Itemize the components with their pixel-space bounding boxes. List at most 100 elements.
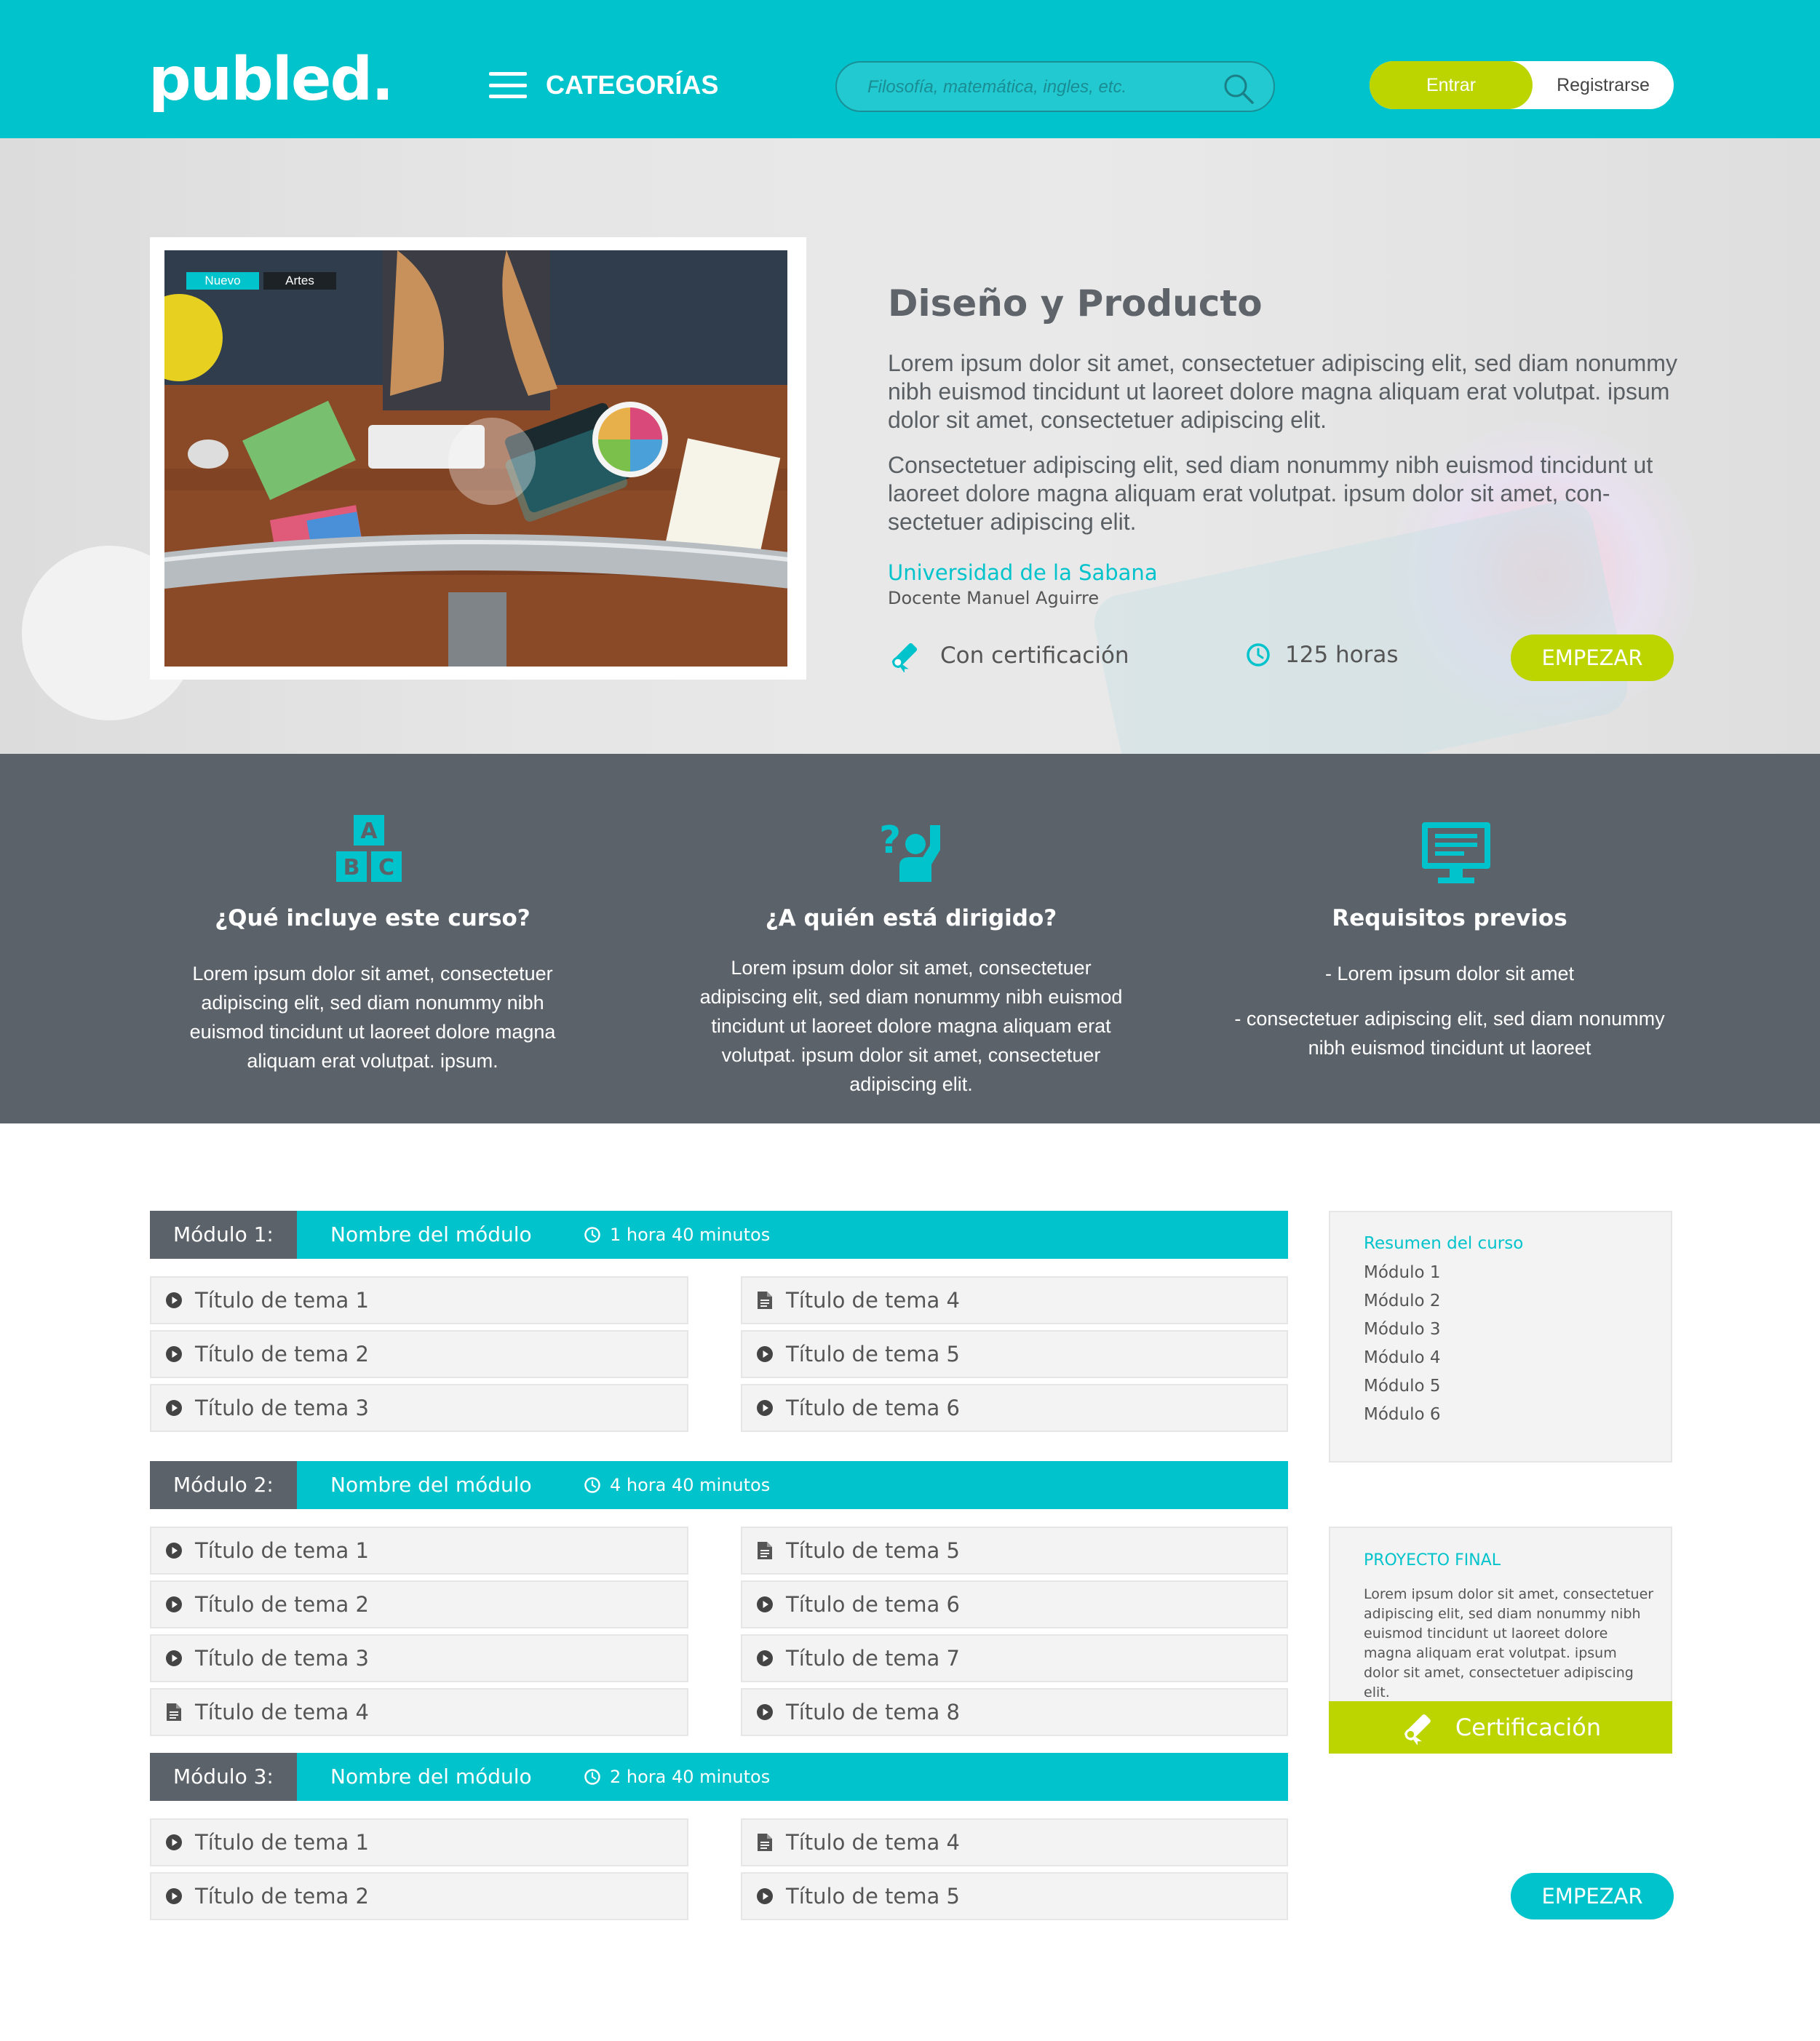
topic-row[interactable]: Título de tema 2 xyxy=(150,1330,688,1378)
topic-title: Título de tema 1 xyxy=(195,1288,369,1313)
module-number: Módulo 3: xyxy=(150,1753,297,1801)
teacher-name: Docente Manuel Aguirre xyxy=(888,588,1100,608)
course-summary: Resumen del curso Módulo 1 Módulo 2 Módu… xyxy=(1329,1211,1672,1463)
module-number: Módulo 1: xyxy=(150,1211,297,1259)
summary-item[interactable]: Módulo 3 xyxy=(1364,1320,1441,1339)
play-video-button[interactable] xyxy=(448,418,536,505)
svg-text:B: B xyxy=(343,855,360,880)
play-circle-icon xyxy=(755,1345,774,1364)
play-circle-icon xyxy=(755,1649,774,1668)
final-project-title: PROYECTO FINAL xyxy=(1364,1551,1501,1569)
logo[interactable]: publed. xyxy=(148,45,394,114)
module-duration-label: 1 hora 40 minutos xyxy=(610,1225,771,1245)
topic-row[interactable]: Título de tema 2 xyxy=(150,1580,688,1628)
summary-item[interactable]: Módulo 2 xyxy=(1364,1292,1441,1310)
university-link[interactable]: Universidad de la Sabana xyxy=(888,560,1158,585)
audience-title: ¿A quién está dirigido? xyxy=(765,905,1057,931)
summary-item[interactable]: Módulo 5 xyxy=(1364,1377,1441,1396)
topic-row[interactable]: Título de tema 7 xyxy=(741,1634,1288,1682)
categories-label: CATEGORÍAS xyxy=(546,70,719,100)
search-box xyxy=(835,61,1275,112)
module-number: Módulo 2: xyxy=(150,1461,297,1509)
topic-row[interactable]: Título de tema 6 xyxy=(741,1580,1288,1628)
topic-row[interactable]: Título de tema 1 xyxy=(150,1818,688,1866)
course-image: Nuevo Artes xyxy=(164,250,787,667)
module-duration: 2 hora 40 minutos xyxy=(584,1753,770,1801)
requirement-item: - Lorem ipsum dolor sit amet xyxy=(1324,963,1575,984)
module-header[interactable]: Módulo 2: Nombre del módulo 4 hora 40 mi… xyxy=(150,1461,1288,1509)
course-info-band: A B C ¿Qué incluye este curso? Lorem ips… xyxy=(0,754,1820,1123)
topic-row[interactable]: Título de tema 5 xyxy=(741,1330,1288,1378)
play-circle-icon xyxy=(164,1649,183,1668)
clock-icon xyxy=(584,1769,600,1785)
play-circle-icon xyxy=(164,1833,183,1852)
requirement-item: - consectetuer adipiscing elit, sed diam… xyxy=(1234,1008,1665,1059)
module-duration: 4 hora 40 minutos xyxy=(584,1461,770,1509)
hamburger-icon xyxy=(489,72,527,98)
module-header[interactable]: Módulo 1: Nombre del módulo 1 hora 40 mi… xyxy=(150,1211,1288,1259)
category-badge: Artes xyxy=(263,272,336,290)
summary-item[interactable]: Módulo 6 xyxy=(1364,1405,1441,1424)
play-circle-icon xyxy=(164,1595,183,1614)
module-duration-label: 2 hora 40 minutos xyxy=(610,1767,771,1787)
topic-row[interactable]: Título de tema 4 xyxy=(150,1688,688,1736)
includes-text: Lorem ipsum dolor sit amet, consectetuer… xyxy=(189,963,556,1072)
diploma-icon xyxy=(1404,1714,1431,1745)
certification-button-label: Certificación xyxy=(1455,1714,1602,1741)
document-icon xyxy=(164,1703,183,1722)
topic-row[interactable]: Título de tema 3 xyxy=(150,1634,688,1682)
course-hero: Nuevo Artes Diseño y Producto Lorem ipsu… xyxy=(0,138,1820,754)
login-button[interactable]: Entrar xyxy=(1370,61,1533,109)
topic-title: Título de tema 2 xyxy=(195,1592,369,1617)
document-icon xyxy=(755,1833,774,1852)
clock-icon xyxy=(584,1477,600,1493)
raised-hand-icon: ? xyxy=(879,819,940,882)
register-button[interactable]: Registrarse xyxy=(1533,61,1674,109)
start-course-button[interactable]: EMPEZAR xyxy=(1511,634,1674,681)
topic-title: Título de tema 4 xyxy=(195,1700,369,1724)
svg-text:A: A xyxy=(360,819,378,844)
topic-title: Título de tema 8 xyxy=(786,1700,960,1724)
topic-row[interactable]: Título de tema 1 xyxy=(150,1276,688,1324)
computer-icon xyxy=(1422,822,1490,883)
topic-row[interactable]: Título de tema 8 xyxy=(741,1688,1288,1736)
topic-title: Título de tema 7 xyxy=(786,1646,960,1671)
module-name: Nombre del módulo xyxy=(330,1473,532,1497)
topic-row[interactable]: Título de tema 1 xyxy=(150,1527,688,1575)
topic-row[interactable]: Título de tema 5 xyxy=(741,1872,1288,1920)
play-circle-icon xyxy=(755,1887,774,1906)
topic-row[interactable]: Título de tema 4 xyxy=(741,1818,1288,1866)
topic-row[interactable]: Título de tema 2 xyxy=(150,1872,688,1920)
module-header[interactable]: Módulo 3: Nombre del módulo 2 hora 40 mi… xyxy=(150,1753,1288,1801)
topic-title: Título de tema 6 xyxy=(786,1396,960,1420)
certification-button[interactable]: Certificación xyxy=(1329,1701,1672,1754)
topic-row[interactable]: Título de tema 4 xyxy=(741,1276,1288,1324)
module-name: Nombre del módulo xyxy=(330,1765,532,1789)
categories-menu[interactable]: CATEGORÍAS xyxy=(489,70,718,100)
topic-row[interactable]: Título de tema 5 xyxy=(741,1527,1288,1575)
topic-row[interactable]: Título de tema 3 xyxy=(150,1384,688,1432)
topic-title: Título de tema 4 xyxy=(786,1288,960,1313)
new-badge: Nuevo xyxy=(186,272,259,290)
start-course-bottom-button[interactable]: EMPEZAR xyxy=(1511,1873,1674,1919)
audience-text: Lorem ipsum dolor sit amet, consectetuer… xyxy=(699,957,1123,1095)
summary-item[interactable]: Módulo 1 xyxy=(1364,1263,1441,1282)
svg-text:?: ? xyxy=(879,819,901,862)
course-image-frame: Nuevo Artes xyxy=(150,237,806,680)
topic-title: Título de tema 2 xyxy=(195,1342,369,1366)
search-input[interactable] xyxy=(867,73,1209,102)
summary-item[interactable]: Módulo 4 xyxy=(1364,1348,1441,1367)
module-duration: 1 hora 40 minutos xyxy=(584,1211,770,1259)
topic-title: Título de tema 3 xyxy=(195,1646,369,1671)
play-circle-icon xyxy=(755,1595,774,1614)
topic-title: Título de tema 5 xyxy=(786,1884,960,1909)
topic-title: Título de tema 3 xyxy=(195,1396,369,1420)
search-icon[interactable] xyxy=(1223,73,1255,105)
play-circle-icon xyxy=(164,1541,183,1560)
course-description-2: Consectetuer adipiscing elit, sed diam n… xyxy=(888,452,1653,535)
play-circle-icon xyxy=(164,1399,183,1417)
document-icon xyxy=(755,1541,774,1560)
topic-title: Título de tema 1 xyxy=(195,1538,369,1563)
topic-row[interactable]: Título de tema 6 xyxy=(741,1384,1288,1432)
module-duration-label: 4 hora 40 minutos xyxy=(610,1475,771,1495)
